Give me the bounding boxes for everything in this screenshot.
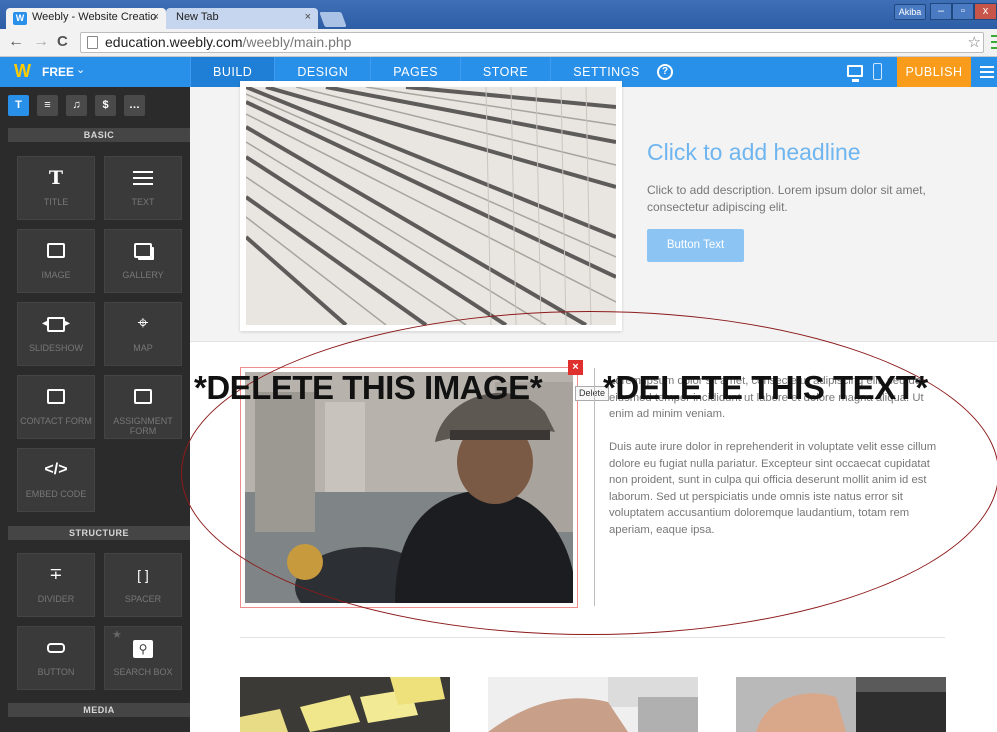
desktop-view-icon[interactable] — [847, 65, 863, 82]
form-icon — [18, 386, 94, 408]
weebly-logo[interactable]: W — [14, 61, 31, 82]
url-host: education.weebly.com — [105, 34, 243, 50]
annotation-delete-text: *DELETE THIS TEXT* — [603, 369, 928, 406]
sidebar-category-tabs: T ≡ ♫ $ … — [8, 95, 145, 117]
section-media: MEDIA — [8, 703, 190, 717]
minimize-button[interactable]: – — [930, 3, 952, 20]
page-icon — [87, 36, 98, 49]
tab-layout-elements[interactable]: ≡ — [37, 95, 58, 116]
spacer-icon: [ ] — [137, 567, 149, 583]
gallery-icon — [105, 240, 181, 262]
annotation-delete-image: *DELETE THIS IMAGE* — [194, 369, 543, 406]
element-label: IMAGE — [41, 270, 71, 280]
back-arrow-icon[interactable]: ← — [8, 33, 24, 51]
browser-titlebar: W Weebly - Website Creatio × New Tab × A… — [0, 0, 997, 29]
button-icon — [18, 637, 94, 659]
element-label: TITLE — [43, 197, 69, 207]
element-label: SLIDESHOW — [28, 343, 83, 353]
forward-arrow-icon[interactable]: → — [33, 33, 49, 51]
element-gallery[interactable]: GALLERY — [104, 229, 182, 293]
element-button[interactable]: BUTTON — [17, 626, 95, 690]
tab-new-tab[interactable]: New Tab × — [166, 8, 318, 29]
element-image[interactable]: IMAGE — [17, 229, 95, 293]
headline-text[interactable]: Click to add headline — [647, 139, 861, 166]
image-icon — [18, 240, 94, 262]
element-slideshow[interactable]: ◂ ▸ SLIDESHOW — [17, 302, 95, 366]
annotation-ellipse — [181, 311, 997, 635]
url-input[interactable]: education.weebly.com/weebly/main.php ☆ — [80, 32, 984, 53]
tab-more-elements[interactable]: … — [124, 95, 145, 116]
thumbnail-sticky-notes[interactable] — [240, 677, 450, 732]
element-search-box[interactable]: ★ ⚲ SEARCH BOX — [104, 626, 182, 690]
bookmark-star-icon[interactable]: ☆ — [968, 33, 981, 52]
elements-sidebar: T ≡ ♫ $ … BASIC T TITLE TEXT IMAGE GALLE… — [0, 87, 190, 732]
element-embed-code[interactable]: </> EMBED CODE — [17, 448, 95, 512]
browser-menu-icon[interactable] — [991, 35, 997, 49]
embed-code-icon: </> — [44, 461, 68, 478]
reload-icon[interactable]: C — [57, 33, 68, 50]
tab-weebly[interactable]: W Weebly - Website Creatio × — [6, 8, 166, 29]
description-text[interactable]: Click to add description. Lorem ipsum do… — [647, 182, 937, 216]
title-icon: T — [48, 167, 64, 189]
map-pin-icon: ⌖ — [137, 313, 149, 334]
element-spacer[interactable]: [ ] SPACER — [104, 553, 182, 617]
tab-title: New Tab — [176, 11, 219, 23]
maximize-button[interactable]: ▫ — [952, 3, 974, 20]
element-label: GALLERY — [122, 270, 164, 280]
element-label: CONTACT FORM — [20, 416, 92, 426]
weebly-favicon-icon: W — [13, 12, 27, 25]
tab-close-icon[interactable]: × — [153, 11, 159, 23]
desk-photo — [488, 677, 698, 732]
cta-button[interactable]: Button Text — [647, 229, 744, 262]
section-structure: STRUCTURE — [8, 526, 190, 540]
mobile-view-icon[interactable] — [873, 63, 882, 80]
thumbnail-desk[interactable] — [488, 677, 698, 732]
url-path: /weebly/main.php — [242, 34, 352, 50]
element-contact-form[interactable]: CONTACT FORM — [17, 375, 95, 439]
slideshow-icon: ◂ ▸ — [18, 313, 94, 335]
section-basic: BASIC — [8, 128, 190, 142]
thumbnail-keyboard[interactable] — [736, 677, 946, 732]
form-icon — [105, 386, 181, 408]
new-tab-button[interactable] — [319, 12, 347, 27]
tab-title: Weebly - Website Creatio — [32, 11, 157, 23]
element-label: SEARCH BOX — [113, 667, 173, 677]
sticky-notes-photo — [240, 677, 450, 732]
hero-section: Click to add headline Click to add descr… — [190, 81, 997, 342]
help-icon[interactable]: ? — [657, 64, 673, 80]
premium-star-icon: ★ — [112, 629, 122, 641]
element-text[interactable]: TEXT — [104, 156, 182, 220]
chevron-down-icon[interactable]: ⌄ — [76, 63, 85, 76]
plan-dropdown[interactable]: FREE — [42, 65, 74, 79]
element-divider[interactable]: ∓ DIVIDER — [17, 553, 95, 617]
element-assignment-form[interactable]: ASSIGNMENT FORM — [104, 375, 182, 439]
element-title[interactable]: T TITLE — [17, 156, 95, 220]
element-label: MAP — [133, 343, 153, 353]
element-map[interactable]: ⌖ MAP — [104, 302, 182, 366]
hamburger-menu-icon[interactable] — [980, 66, 994, 78]
element-label: BUTTON — [37, 667, 75, 677]
element-label: TEXT — [131, 197, 155, 207]
window-user-badge[interactable]: Akiba — [894, 4, 926, 20]
keyboard-hands-photo — [736, 677, 946, 732]
tab-close-icon[interactable]: × — [305, 11, 311, 23]
hero-image[interactable] — [240, 81, 622, 331]
publish-button[interactable]: PUBLISH — [897, 57, 971, 87]
divider-icon: ∓ — [49, 566, 63, 583]
wooden-slats-photo — [246, 87, 616, 325]
section-divider — [240, 637, 945, 638]
element-label: ASSIGNMENT FORM — [113, 416, 173, 436]
tab-media-elements[interactable]: ♫ — [66, 95, 87, 116]
element-label: DIVIDER — [37, 594, 75, 604]
tab-basic-elements[interactable]: T — [8, 95, 29, 116]
window-close-button[interactable]: x — [974, 3, 997, 20]
text-lines-icon — [105, 167, 181, 189]
tab-commerce-elements[interactable]: $ — [95, 95, 116, 116]
element-label: SPACER — [124, 594, 162, 604]
address-bar: ← → C education.weebly.com/weebly/main.p… — [0, 29, 997, 57]
element-label: EMBED CODE — [25, 489, 87, 499]
